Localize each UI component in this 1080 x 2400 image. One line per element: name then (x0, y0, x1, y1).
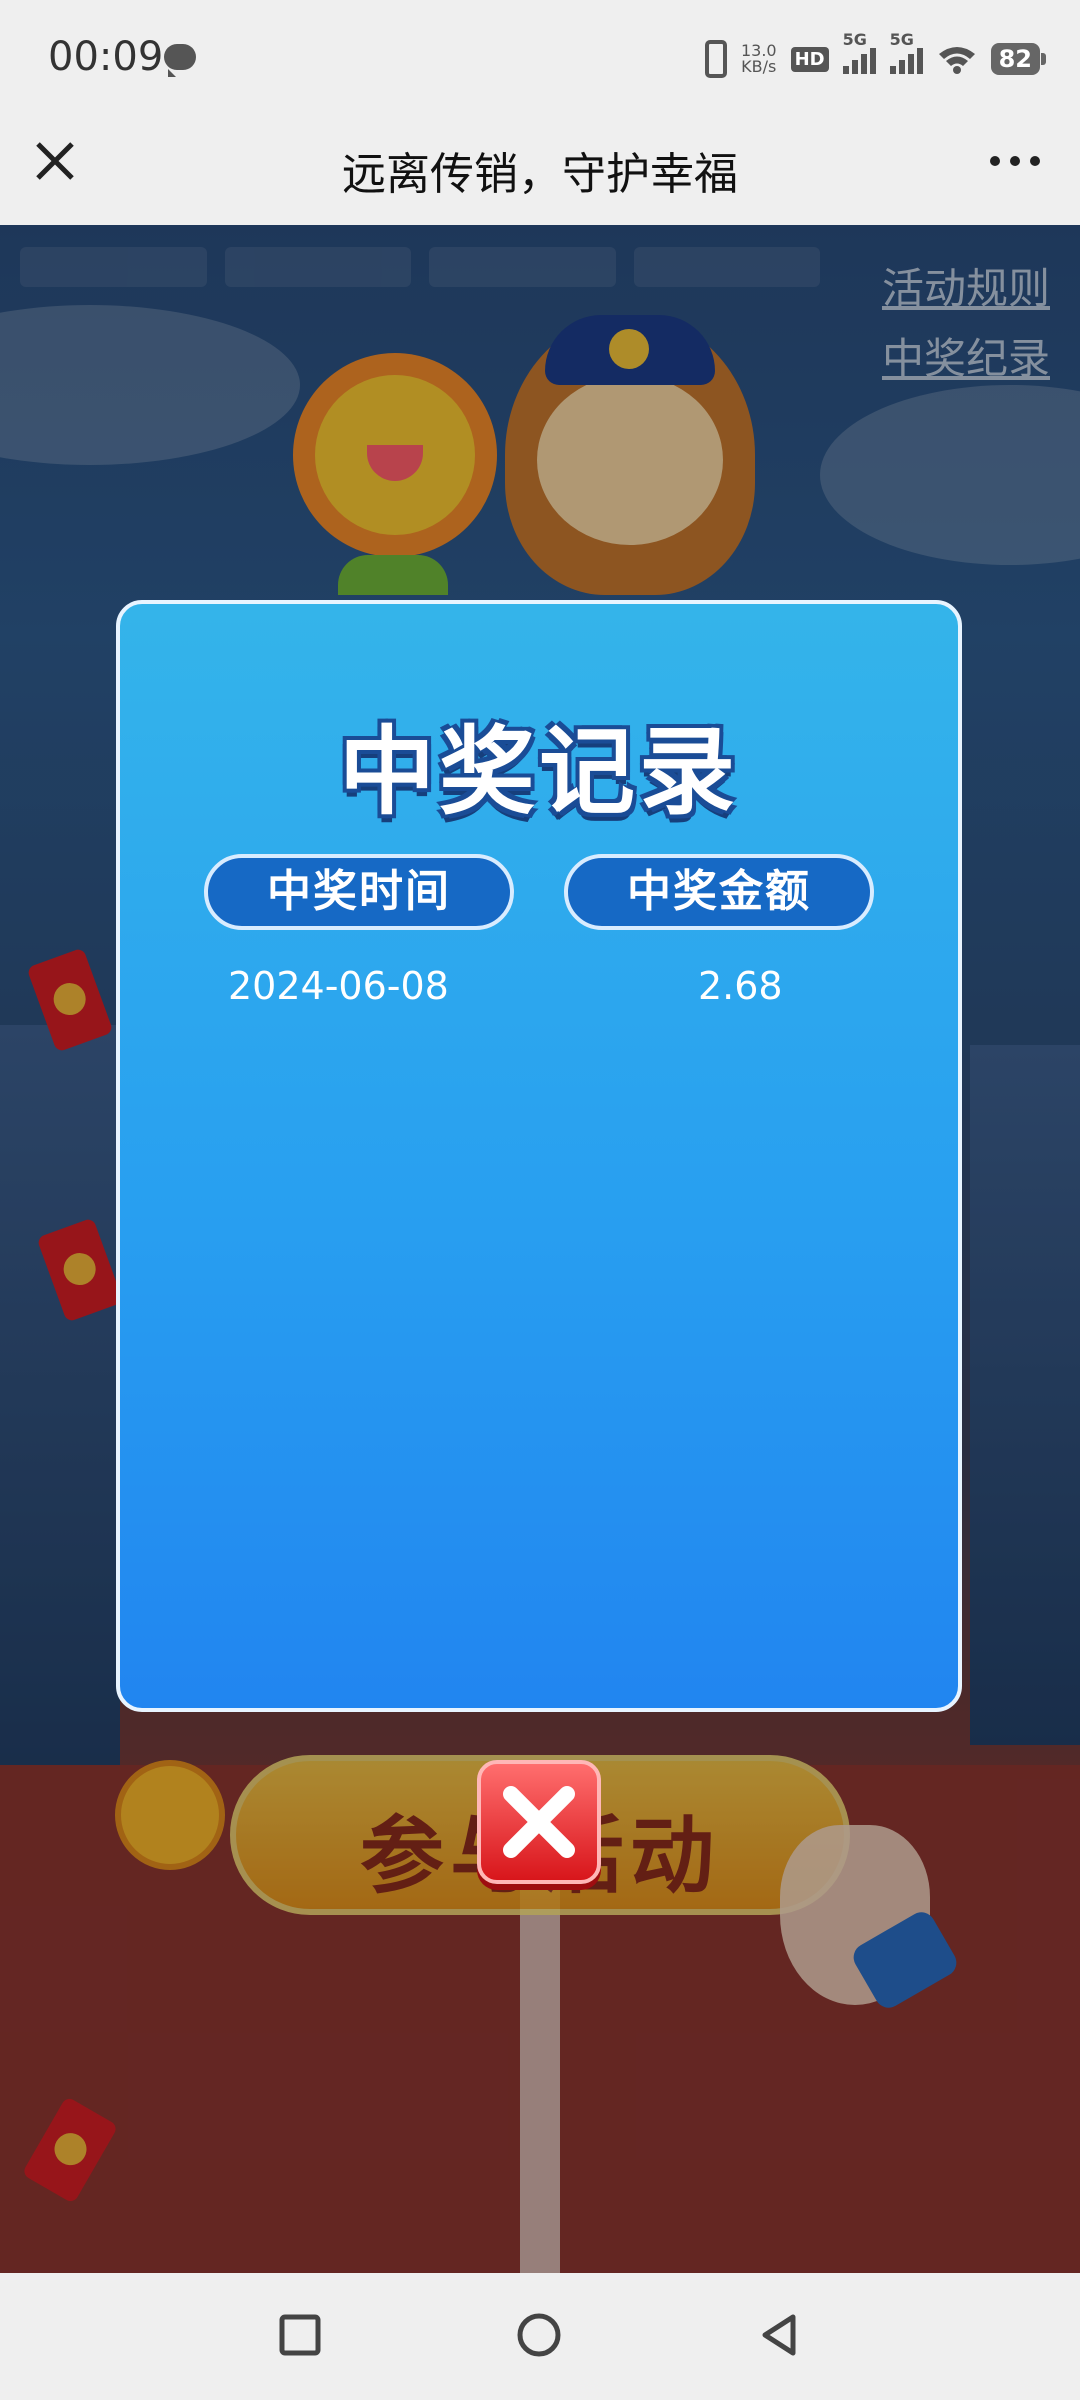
prize-records-dialog: 中奖记录 中奖时间 中奖金额 2024-06-08 2.68 (116, 600, 962, 1712)
signal-icon-1: 5G (842, 30, 876, 74)
record-amount: 2.68 (698, 964, 783, 1008)
network-speed: 13.0 KB/s (740, 41, 777, 76)
more-menu-icon[interactable] (990, 156, 1040, 166)
battery-icon: 82 (990, 43, 1047, 75)
recents-button[interactable] (276, 2311, 324, 2359)
column-header-time: 中奖时间 (204, 854, 514, 930)
webview-nav-bar: 远离传销，守护幸福 (0, 110, 1080, 225)
home-button[interactable] (515, 2311, 563, 2359)
vibrate-icon (704, 40, 727, 78)
system-navigation-bar (0, 2273, 1080, 2400)
signal-icon-2: 5G (889, 30, 923, 74)
message-notification-icon (164, 44, 196, 77)
record-time: 2024-06-08 (228, 964, 449, 1008)
hd-voice-icon: HD (790, 46, 829, 72)
wifi-icon (938, 47, 975, 74)
close-icon (503, 1786, 575, 1858)
page-title: 远离传销，守护幸福 (342, 149, 738, 200)
status-bar: 00:09 13.0 KB/s HD 5G 5G 82 (0, 0, 1080, 110)
back-button[interactable] (755, 2311, 803, 2359)
dialog-title: 中奖记录 (339, 716, 739, 828)
close-dialog-button[interactable] (477, 1760, 601, 1884)
column-header-amount: 中奖金额 (564, 854, 874, 930)
clock: 00:09 (48, 34, 164, 80)
status-icons: 13.0 KB/s HD 5G 5G 82 (704, 30, 1047, 84)
